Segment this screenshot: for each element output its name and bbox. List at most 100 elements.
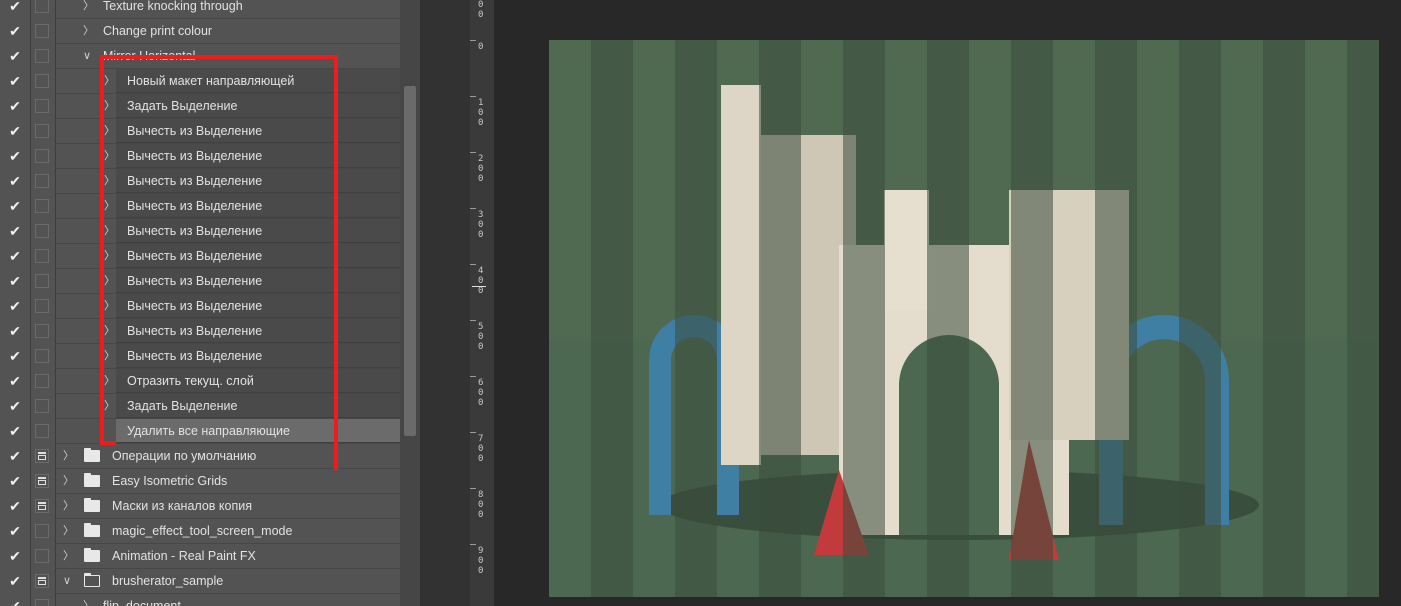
action-row[interactable]: ✔ 〉 Animation - Real Paint FX <box>0 544 400 569</box>
dialog-toggle-icon[interactable] <box>35 499 49 513</box>
toggle-check-icon[interactable]: ✔ <box>0 519 30 544</box>
scrollbar-thumb[interactable] <box>404 86 416 436</box>
action-row[interactable]: ✔ 〉 Вычесть из Выделение <box>0 294 400 319</box>
actions-scrollbar[interactable] <box>400 0 420 606</box>
chevron-right-icon[interactable]: 〉 <box>63 469 74 494</box>
toggle-check-icon[interactable]: ✔ <box>0 294 30 319</box>
chevron-right-icon[interactable]: 〉 <box>63 444 74 469</box>
toggle-check-icon[interactable]: ✔ <box>0 244 30 269</box>
toggle-check-icon[interactable]: ✔ <box>0 94 30 119</box>
toggle-check-icon[interactable]: ✔ <box>0 544 30 569</box>
action-row[interactable]: ✔ 〉 Отразить текущ. слой <box>0 369 400 394</box>
toggle-check-icon[interactable]: ✔ <box>0 319 30 344</box>
toggle-check-icon[interactable]: ✔ <box>0 169 30 194</box>
dialog-toggle-icon[interactable] <box>35 324 49 338</box>
chevron-right-icon[interactable]: 〉 <box>104 219 115 244</box>
chevron-right-icon[interactable]: 〉 <box>104 69 115 94</box>
toggle-check-icon[interactable]: ✔ <box>0 444 30 469</box>
dialog-toggle-icon[interactable] <box>35 574 49 588</box>
dialog-toggle-icon[interactable] <box>35 349 49 363</box>
chevron-right-icon[interactable]: 〉 <box>104 144 115 169</box>
dialog-toggle-icon[interactable] <box>35 449 49 463</box>
chevron-right-icon[interactable]: 〉 <box>104 169 115 194</box>
dialog-toggle-icon[interactable] <box>35 99 49 113</box>
dialog-toggle-icon[interactable] <box>35 149 49 163</box>
toggle-check-icon[interactable]: ✔ <box>0 394 30 419</box>
toggle-check-icon[interactable]: ✔ <box>0 219 30 244</box>
action-row[interactable]: ✔ Удалить все направляющие <box>0 419 400 444</box>
action-row[interactable]: ✔ ∨ Mirror Horizontal <box>0 44 400 69</box>
chevron-down-icon[interactable]: ∨ <box>83 44 91 69</box>
dialog-toggle-icon[interactable] <box>35 249 49 263</box>
toggle-check-icon[interactable]: ✔ <box>0 494 30 519</box>
dialog-toggle-icon[interactable] <box>35 49 49 63</box>
action-row[interactable]: ✔ 〉 Вычесть из Выделение <box>0 319 400 344</box>
dialog-toggle-icon[interactable] <box>35 299 49 313</box>
action-row[interactable]: ✔ 〉 Вычесть из Выделение <box>0 169 400 194</box>
toggle-check-icon[interactable]: ✔ <box>0 344 30 369</box>
dialog-toggle-icon[interactable] <box>35 374 49 388</box>
action-row[interactable]: ✔ 〉 Change print colour <box>0 19 400 44</box>
action-row[interactable]: ✔ 〉 Вычесть из Выделение <box>0 344 400 369</box>
toggle-check-icon[interactable]: ✔ <box>0 0 30 19</box>
action-row[interactable]: ✔ ∨ brusherator_sample <box>0 569 400 594</box>
chevron-right-icon[interactable]: 〉 <box>63 494 74 519</box>
chevron-right-icon[interactable]: 〉 <box>104 319 115 344</box>
toggle-check-icon[interactable]: ✔ <box>0 469 30 494</box>
chevron-right-icon[interactable]: 〉 <box>83 594 94 606</box>
chevron-right-icon[interactable]: 〉 <box>83 0 94 19</box>
dialog-toggle-icon[interactable] <box>35 549 49 563</box>
canvas-area[interactable] <box>495 0 1401 606</box>
action-row[interactable]: ✔ 〉 Вычесть из Выделение <box>0 244 400 269</box>
action-row[interactable]: ✔ 〉 Вычесть из Выделение <box>0 219 400 244</box>
chevron-right-icon[interactable]: 〉 <box>104 119 115 144</box>
dialog-toggle-icon[interactable] <box>35 24 49 38</box>
action-row[interactable]: ✔ 〉 Вычесть из Выделение <box>0 119 400 144</box>
chevron-right-icon[interactable]: 〉 <box>83 19 94 44</box>
action-row[interactable]: ✔ 〉 Texture knocking through <box>0 0 400 19</box>
chevron-right-icon[interactable]: 〉 <box>104 244 115 269</box>
action-row[interactable]: ✔ 〉 Вычесть из Выделение <box>0 194 400 219</box>
chevron-right-icon[interactable]: 〉 <box>104 194 115 219</box>
dialog-toggle-icon[interactable] <box>35 474 49 488</box>
action-row[interactable]: ✔ 〉 Операции по умолчанию <box>0 444 400 469</box>
action-row[interactable]: ✔ 〉 Вычесть из Выделение <box>0 269 400 294</box>
dialog-toggle-icon[interactable] <box>35 274 49 288</box>
chevron-right-icon[interactable]: 〉 <box>104 394 115 419</box>
document-canvas[interactable] <box>549 40 1379 597</box>
toggle-check-icon[interactable]: ✔ <box>0 194 30 219</box>
chevron-right-icon[interactable]: 〉 <box>63 544 74 569</box>
toggle-check-icon[interactable]: ✔ <box>0 369 30 394</box>
action-row[interactable]: ✔ 〉 Easy Isometric Grids <box>0 469 400 494</box>
dialog-toggle-icon[interactable] <box>35 74 49 88</box>
dialog-toggle-icon[interactable] <box>35 399 49 413</box>
chevron-right-icon[interactable]: 〉 <box>104 294 115 319</box>
toggle-check-icon[interactable]: ✔ <box>0 569 30 594</box>
dialog-toggle-icon[interactable] <box>35 424 49 438</box>
action-row[interactable]: ✔ 〉 Маски из каналов копия <box>0 494 400 519</box>
action-row[interactable]: ✔ 〉 Новый макет направляющей <box>0 69 400 94</box>
toggle-check-icon[interactable]: ✔ <box>0 19 30 44</box>
action-row[interactable]: ✔ 〉 Задать Выделение <box>0 394 400 419</box>
toggle-check-icon[interactable]: ✔ <box>0 119 30 144</box>
dialog-toggle-icon[interactable] <box>35 174 49 188</box>
toggle-check-icon[interactable]: ✔ <box>0 44 30 69</box>
chevron-right-icon[interactable]: 〉 <box>104 369 115 394</box>
chevron-down-icon[interactable]: ∨ <box>63 569 71 594</box>
dialog-toggle-icon[interactable] <box>35 0 49 13</box>
dialog-toggle-icon[interactable] <box>35 599 49 606</box>
toggle-check-icon[interactable]: ✔ <box>0 69 30 94</box>
toggle-check-icon[interactable]: ✔ <box>0 419 30 444</box>
action-row[interactable]: ✔ 〉 Вычесть из Выделение <box>0 144 400 169</box>
action-row[interactable]: ✔ 〉 Задать Выделение <box>0 94 400 119</box>
toggle-check-icon[interactable]: ✔ <box>0 594 30 606</box>
toggle-check-icon[interactable]: ✔ <box>0 144 30 169</box>
chevron-right-icon[interactable]: 〉 <box>104 269 115 294</box>
chevron-right-icon[interactable]: 〉 <box>104 344 115 369</box>
action-row[interactable]: ✔ 〉 magic_effect_tool_screen_mode <box>0 519 400 544</box>
chevron-right-icon[interactable]: 〉 <box>63 519 74 544</box>
dialog-toggle-icon[interactable] <box>35 224 49 238</box>
action-row[interactable]: ✔ 〉 flip_document <box>0 594 400 606</box>
dialog-toggle-icon[interactable] <box>35 199 49 213</box>
dialog-toggle-icon[interactable] <box>35 124 49 138</box>
